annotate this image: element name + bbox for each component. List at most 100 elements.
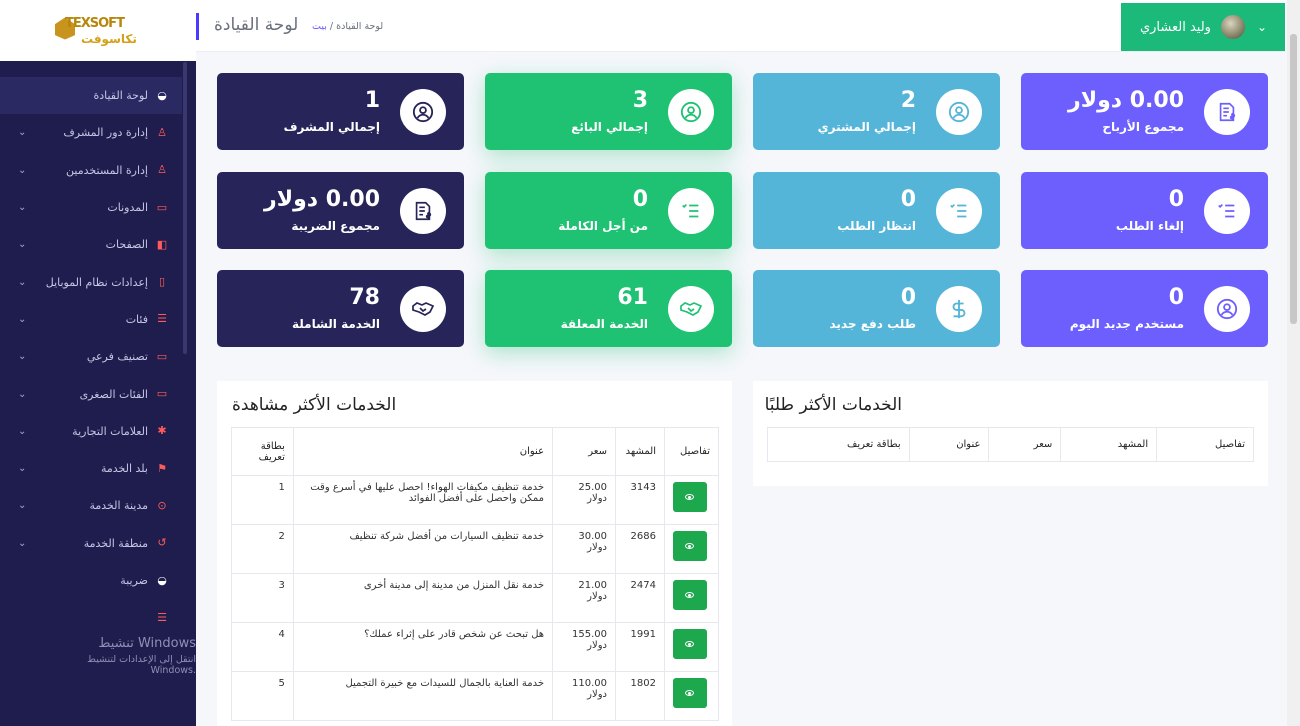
stat-card[interactable]: 0 من أجل الكاملة: [485, 172, 732, 249]
sidebar-item[interactable]: ⌄ ▭ تصنيف فرعي: [0, 338, 182, 375]
most-requested-table: بطاقة تعريف عنوان سعر المشهد تفاصيل: [767, 427, 1254, 462]
stat-card[interactable]: 0 إلغاء الطلب: [1021, 172, 1268, 249]
user-circle-icon: [1204, 286, 1250, 332]
stat-card[interactable]: 78 الخدمة الشاملة: [217, 270, 464, 347]
col-views: المشهد: [1060, 427, 1158, 462]
stat-card[interactable]: 0.00 دولار مجموع الضريبة: [217, 172, 464, 249]
eye-icon: [685, 592, 695, 598]
sidebar-item[interactable]: ⌄ ◧ الصفحات: [0, 226, 182, 263]
view-details-button[interactable]: [672, 678, 707, 708]
most-viewed-title: الخدمات الأكثر مشاهدة: [232, 395, 397, 415]
col-id: بطاقة تعريف: [767, 427, 910, 462]
cell-title: هل تبحث عن شخص قادر على إثراء عملك؟: [292, 622, 554, 672]
col-title: عنوان: [292, 427, 554, 476]
message-icon: ▭: [156, 200, 168, 214]
sidebar-item[interactable]: ⌄ ▭ المدونات: [0, 189, 182, 226]
sidebar-item-label: منطقة الخدمة: [83, 536, 148, 550]
most-viewed-panel: الخدمات الأكثر مشاهدة بطاقة تعريف عنوان …: [217, 381, 732, 726]
stat-label: إجمالي البائع: [571, 120, 648, 134]
cell-views: 1802: [615, 671, 665, 721]
invoice-icon: [400, 188, 446, 234]
chevron-down-icon: ⌄: [18, 127, 27, 139]
cell-details: [663, 622, 720, 672]
sidebar-item[interactable]: ◒ ضريبة: [0, 562, 182, 599]
sidebar-item[interactable]: ⌄ ♙ إدارة دور المشرف: [0, 114, 182, 151]
stat-label: طلب دفع جديد: [829, 317, 917, 331]
cell-price: 110.00 دولار: [552, 671, 616, 721]
view-details-button[interactable]: [672, 531, 707, 561]
handshake-icon: [668, 286, 714, 332]
view-details-button[interactable]: [672, 580, 707, 610]
checklist-icon: [936, 188, 982, 234]
stat-card[interactable]: 0.00 دولار مجموع الأرباح: [1021, 73, 1268, 150]
table-row: 5 خدمة العناية بالجمال للسيدات مع خبيرة ا…: [231, 671, 720, 721]
eye-icon: [685, 690, 695, 696]
sidebar-item[interactable]: ⌄ ▭ الفئات الصغرى: [0, 375, 182, 412]
list-icon: ☰: [157, 312, 167, 326]
avatar: [1220, 15, 1245, 39]
sidebar-item[interactable]: ☰: [0, 599, 182, 636]
location-icon: ↺: [157, 536, 167, 550]
user-icon: ♙: [157, 163, 167, 177]
stat-card[interactable]: 2 إجمالي المشتري: [753, 73, 1000, 150]
cell-details: [663, 475, 720, 525]
eye-icon: [685, 543, 695, 549]
stat-card[interactable]: 0 مستخدم جديد اليوم: [1021, 270, 1268, 347]
breadcrumb-home-link[interactable]: بيت: [312, 21, 327, 32]
sidebar-scrollbar[interactable]: [183, 62, 187, 354]
sidebar-item[interactable]: ⌄ ▯ إعدادات نظام الموبايل: [0, 263, 182, 300]
sidebar: TEXSOFT تكاسوفت ◒ لوحة القيادة ⌄ ♙ إدارة دور…: [0, 0, 196, 726]
sidebar-item[interactable]: ⌄ ↺ منطقة الخدمة: [0, 525, 182, 562]
sidebar-item[interactable]: ⌄ ♙ إدارة المستخدمين: [0, 152, 182, 189]
stat-value: 2: [900, 88, 916, 113]
folder-icon: ▭: [156, 387, 168, 401]
cell-price: 21.00 دولار: [552, 573, 616, 623]
user-menu-button[interactable]: وليد العشاري ⌄: [1121, 3, 1285, 51]
sidebar-item[interactable]: ◒ لوحة القيادة: [0, 77, 182, 115]
stat-card[interactable]: 0 انتظار الطلب: [753, 172, 1000, 249]
cell-id: 2: [231, 524, 294, 574]
checklist-icon: [668, 188, 714, 234]
logo: TEXSOFT تكاسوفت: [55, 14, 141, 48]
stat-card[interactable]: 1 إجمالي المشرف: [217, 73, 464, 150]
logo-text-arabic: تكاسوفت: [81, 31, 137, 46]
stat-card[interactable]: 0 طلب دفع جديد: [753, 270, 1000, 347]
logo-text: TEXSOFT: [65, 15, 125, 31]
stat-label: انتظار الطلب: [837, 219, 916, 233]
sidebar-item[interactable]: ⌄ ⊙ مدينة الخدمة: [0, 487, 182, 524]
stat-card[interactable]: 3 إجمالي البائع: [485, 73, 732, 150]
view-details-button[interactable]: [672, 629, 707, 659]
sidebar-item-label: إعدادات نظام الموبايل: [45, 275, 148, 289]
col-details: تفاصيل: [663, 427, 720, 476]
chevron-down-icon: ⌄: [18, 313, 27, 325]
chevron-down-icon: ⌄: [18, 425, 27, 437]
brand-icon: ✱: [157, 424, 167, 438]
col-title: عنوان: [908, 427, 990, 462]
sidebar-item[interactable]: ⌄ ⚑ بلد الخدمة: [0, 450, 182, 487]
stat-value: 0: [900, 285, 916, 310]
sidebar-item[interactable]: ⌄ ☰ فئات: [0, 301, 182, 338]
logo-box[interactable]: TEXSOFT تكاسوفت: [0, 0, 196, 61]
watermark-subtitle: انتقل إلى الإعدادات لتنشيط Windows.: [87, 654, 196, 676]
cell-title: خدمة تنظيف مكيفات الهواء! احصل عليها في …: [292, 475, 554, 525]
col-views: المشهد: [615, 427, 665, 476]
cell-price: 25.00 دولار: [552, 475, 616, 525]
dashboard-icon: ◒: [157, 88, 167, 102]
view-details-button[interactable]: [672, 482, 707, 512]
page-scrollbar[interactable]: [1287, 0, 1300, 726]
stat-label: مجموع الضريبة: [291, 219, 380, 233]
sidebar-item-label: مدينة الخدمة: [89, 499, 148, 513]
watermark-title: تنشيط Windows: [98, 636, 196, 651]
stat-value: 0.00 دولار: [1068, 88, 1184, 113]
cell-details: [663, 524, 720, 574]
stat-value: 61: [617, 285, 648, 310]
book-icon: ◧: [156, 237, 168, 251]
sidebar-item[interactable]: ⌄ ✱ العلامات التجارية: [0, 413, 182, 450]
chevron-down-icon: ⌄: [18, 276, 27, 288]
handshake-icon: [400, 286, 446, 332]
scrollbar-thumb[interactable]: [1290, 34, 1297, 324]
sidebar-item-label: ضريبة: [120, 574, 148, 587]
stat-card[interactable]: 61 الخدمة المعلقة: [485, 270, 732, 347]
stat-value: 1: [364, 88, 380, 113]
stat-label: من أجل الكاملة: [558, 219, 648, 233]
